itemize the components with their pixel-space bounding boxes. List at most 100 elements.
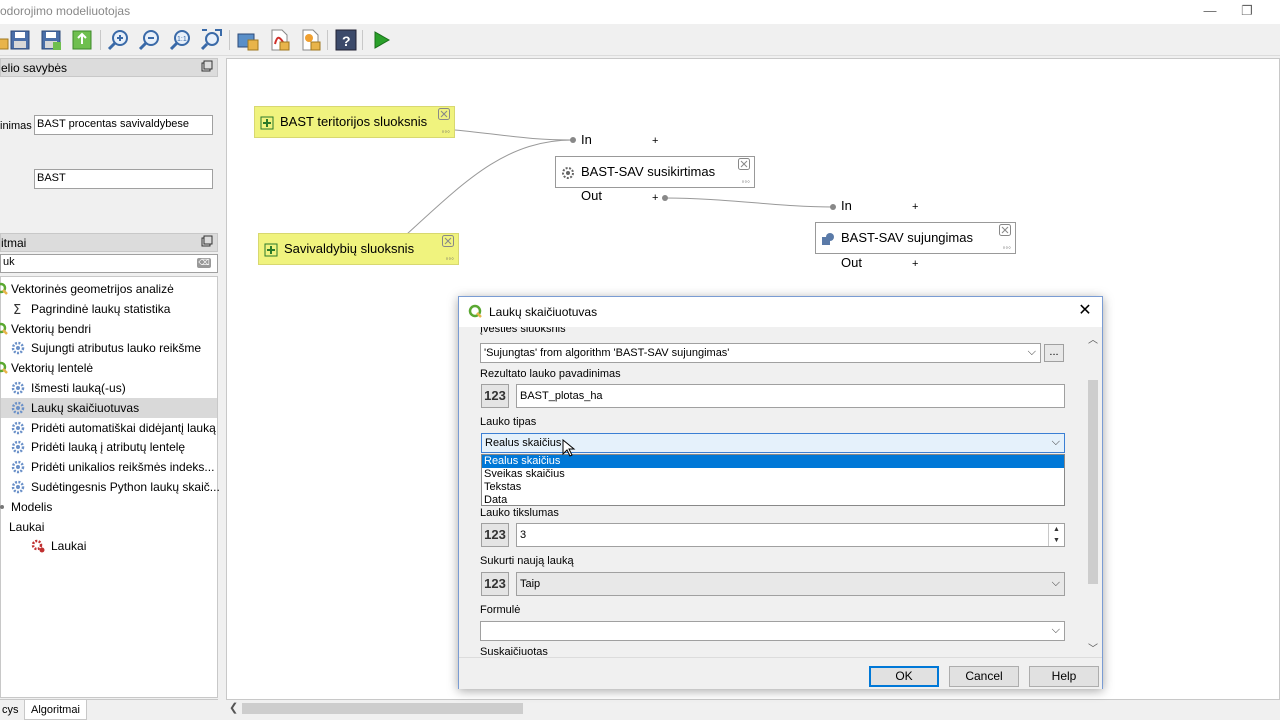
input-plus-icon — [260, 116, 274, 130]
tree-item[interactable]: Modelis — [0, 497, 217, 517]
connector-line — [454, 129, 574, 141]
port-dot[interactable] — [570, 137, 576, 143]
chevron-down-icon: ⌵ — [1051, 577, 1060, 589]
input-node-savivaldybes[interactable]: Savivaldybių sluoksnis ◦◦◦ — [258, 233, 459, 265]
port-dot[interactable] — [830, 204, 836, 210]
tree-item-label: Išmesti lauką(-us) — [31, 381, 126, 395]
dialog-footer: OK Cancel Help — [459, 657, 1102, 689]
formula-combo[interactable]: ⌵ — [480, 621, 1065, 641]
dialog-close-button[interactable]: ✕ — [1076, 302, 1094, 320]
float-panel-icon[interactable] — [201, 235, 213, 247]
create-new-combo[interactable]: Taip ⌵ — [516, 572, 1065, 596]
port-in-label: In — [581, 132, 592, 147]
input-layer-label: Įvesties sluoksnis — [480, 327, 566, 335]
search-text: uk — [3, 256, 15, 268]
result-field-input[interactable]: BAST_plotas_ha — [516, 384, 1065, 408]
float-panel-icon[interactable] — [201, 60, 213, 72]
restore-button[interactable]: ❐ — [1232, 2, 1262, 22]
help-button[interactable]: Help — [1029, 666, 1099, 687]
clear-search-icon[interactable]: ⌫ — [197, 258, 211, 268]
gear-icon — [11, 381, 25, 395]
algorithms-panel-header: itmai — [0, 233, 218, 252]
number-type-icon[interactable]: 123 — [481, 523, 509, 547]
help-icon[interactable]: ? — [334, 28, 358, 52]
field-type-option[interactable]: Sveikas skaičius — [482, 468, 1064, 481]
scroll-down-icon[interactable]: ﹀ — [1088, 640, 1098, 655]
tree-item[interactable]: Laukai — [1, 517, 217, 537]
mouse-cursor-icon — [562, 439, 576, 457]
expand-inputs-icon[interactable]: + — [652, 135, 658, 147]
algorithm-search-input[interactable]: uk ⌫ — [0, 254, 218, 273]
cancel-button[interactable]: Cancel — [949, 666, 1019, 687]
properties-panel-header: elio savybės — [0, 58, 218, 77]
create-new-value: Taip — [520, 578, 541, 590]
field-type-option[interactable]: Tekstas — [482, 481, 1064, 494]
save-icon[interactable] — [8, 28, 32, 52]
scrollbar-thumb[interactable] — [1088, 380, 1098, 584]
zoom-out-icon[interactable] — [138, 28, 162, 52]
export-svg-icon[interactable] — [298, 28, 322, 52]
ok-button[interactable]: OK — [869, 666, 939, 687]
tree-item[interactable]: Vektorių lentelė — [0, 358, 217, 378]
expand-outputs-icon[interactable]: + — [912, 258, 918, 270]
remove-node-icon[interactable] — [438, 108, 450, 120]
tree-item[interactable]: Pridėti unikalios reikšmės indeks... — [1, 457, 217, 477]
port-dot[interactable] — [662, 195, 668, 201]
tree-item-label: Pridėti unikalios reikšmės indeks... — [31, 460, 215, 475]
tree-item[interactable]: Sujungti atributus lauko reikšme — [1, 338, 217, 358]
minimize-button[interactable]: — — [1195, 2, 1225, 22]
node-options-icon[interactable]: ◦◦◦ — [441, 128, 450, 136]
node-options-icon[interactable]: ◦◦◦ — [1002, 244, 1011, 252]
canvas-horizontal-scrollbar[interactable]: ❮ — [226, 700, 1280, 717]
export-pdf-icon[interactable] — [267, 28, 291, 52]
field-type-option[interactable]: Data — [482, 494, 1064, 507]
dialog-vertical-scrollbar[interactable]: ︿ ﹀ — [1085, 327, 1101, 657]
tab-inputs[interactable]: cys — [0, 700, 25, 720]
gear-icon — [11, 421, 25, 435]
run-icon[interactable] — [369, 28, 393, 52]
remove-node-icon[interactable] — [999, 224, 1011, 236]
qgis-icon — [0, 361, 9, 375]
precision-spinbox[interactable]: 3 ▲ ▼ — [516, 523, 1065, 547]
input-node-bast[interactable]: BAST teritorijos sluoksnis ◦◦◦ — [254, 106, 455, 138]
algorithm-node-sujungimas[interactable]: BAST-SAV sujungimas ◦◦◦ — [815, 222, 1016, 254]
remove-node-icon[interactable] — [738, 158, 750, 170]
qgis-icon — [0, 282, 9, 296]
scroll-left-icon[interactable]: ❮ — [229, 701, 238, 714]
algorithm-node-susikirtimas[interactable]: BAST-SAV susikirtimas ◦◦◦ — [555, 156, 755, 188]
zoom-actual-icon[interactable]: 1:1 — [169, 28, 193, 52]
number-type-icon[interactable]: 123 — [481, 572, 509, 596]
remove-node-icon[interactable] — [442, 235, 454, 247]
tree-item[interactable]: Laukų skaičiuotuvas — [1, 397, 217, 418]
tree-item[interactable]: Vektorinės geometrijos analizė — [0, 279, 217, 299]
input-layer-combo[interactable]: 'Sujungtas' from algorithm 'BAST-SAV suj… — [480, 343, 1041, 363]
tree-item[interactable]: Pridėti automatiškai didėjantį lauką — [1, 418, 217, 438]
expand-outputs-icon[interactable]: + — [652, 192, 658, 204]
node-options-icon[interactable]: ◦◦◦ — [741, 178, 750, 186]
model-group-input[interactable]: BAST — [34, 169, 213, 189]
expand-inputs-icon[interactable]: + — [912, 201, 918, 213]
zoom-full-icon[interactable] — [200, 28, 224, 52]
spin-up-icon[interactable]: ▲ — [1049, 524, 1064, 535]
number-type-icon[interactable]: 123 — [481, 384, 509, 408]
spin-down-icon[interactable]: ▼ — [1049, 535, 1064, 546]
browse-button[interactable]: ... — [1044, 344, 1064, 362]
tree-item[interactable]: Sudėtingesnis Python laukų skaič... — [1, 477, 220, 497]
result-field-label: Rezultato lauko pavadinimas — [480, 368, 621, 380]
save-as-icon[interactable] — [39, 28, 63, 52]
tree-item[interactable]: Pridėti lauką į atributų lentelę — [1, 437, 217, 457]
scroll-up-icon[interactable]: ︿ — [1088, 331, 1098, 346]
tree-item[interactable]: Išmesti lauką(-us) — [1, 378, 217, 398]
export-icon[interactable] — [70, 28, 94, 52]
tree-item[interactable]: Laukai — [1, 536, 217, 556]
tree-item[interactable]: Vektorių bendri — [0, 319, 217, 339]
tab-algorithms[interactable]: Algoritmai — [24, 700, 87, 720]
tree-item[interactable]: Σ Pagrindinė laukų statistika — [1, 299, 217, 319]
node-options-icon[interactable]: ◦◦◦ — [445, 255, 454, 263]
export-image-icon[interactable] — [236, 28, 260, 52]
field-type-dropdown[interactable]: Realus skaičius Sveikas skaičius Tekstas… — [481, 454, 1065, 506]
tree-item-label: Laukų skaičiuotuvas — [31, 400, 140, 415]
zoom-in-icon[interactable] — [107, 28, 131, 52]
model-name-input[interactable]: BAST procentas savivaldybese — [34, 115, 213, 135]
scrollbar-thumb[interactable] — [242, 703, 523, 714]
